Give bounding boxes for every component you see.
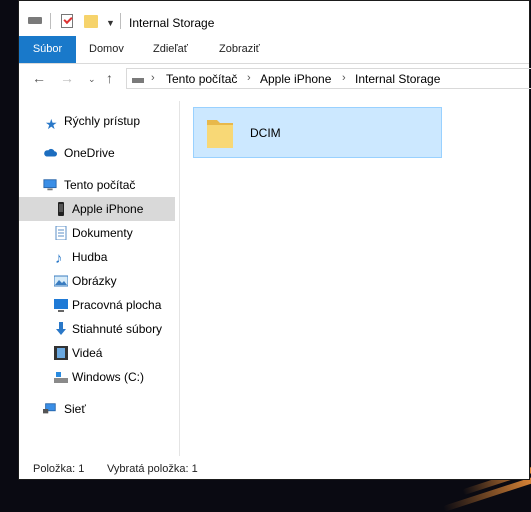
title-bar: ▼ Internal Storage: [19, 1, 529, 36]
tab-share[interactable]: Zdieľať: [153, 36, 188, 63]
item-count: Položka: 1: [33, 463, 85, 475]
sidebar-item-apple-iphone[interactable]: Apple iPhone: [19, 197, 175, 221]
window-title: Internal Storage: [129, 16, 215, 30]
network-icon: [43, 403, 56, 414]
sidebar-item-windows-c[interactable]: Windows (C:): [19, 365, 175, 389]
drive-icon: [28, 17, 42, 24]
computer-icon: [43, 179, 57, 191]
star-icon: ★: [45, 116, 58, 132]
forward-button[interactable]: →: [60, 70, 74, 86]
sidebar-item-music[interactable]: ♪ Hudba: [19, 245, 175, 269]
divider: [50, 13, 51, 29]
tab-view[interactable]: Zobraziť: [219, 36, 260, 63]
document-icon: [55, 226, 67, 240]
customize-toolbar-icon[interactable]: ▼: [106, 18, 115, 28]
sidebar-item-pictures[interactable]: Obrázky: [19, 269, 175, 293]
sidebar-item-quick-access[interactable]: ★ Rýchly prístup: [19, 109, 175, 133]
drive-icon: [132, 78, 144, 83]
breadcrumb-this-pc[interactable]: Tento počítač: [166, 72, 237, 86]
selected-count: Vybratá položka: 1: [107, 463, 198, 475]
new-folder-icon[interactable]: [84, 15, 98, 28]
drive-icon: [54, 372, 68, 383]
chevron-right-icon[interactable]: ›: [151, 72, 155, 84]
breadcrumb-internal-storage[interactable]: Internal Storage: [355, 72, 440, 86]
chevron-right-icon[interactable]: ›: [342, 72, 346, 84]
sidebar-item-network[interactable]: Sieť: [19, 397, 175, 421]
sidebar-item-this-pc[interactable]: Tento počítač: [19, 173, 175, 197]
download-icon: [56, 322, 66, 335]
divider: [120, 13, 121, 29]
sidebar-item-documents[interactable]: Dokumenty: [19, 221, 175, 245]
music-icon: ♪: [55, 250, 63, 267]
file-list: DCIM: [180, 101, 530, 456]
address-bar[interactable]: › Tento počítač › Apple iPhone › Interna…: [126, 68, 531, 89]
status-bar: Položka: 1 Vybratá položka: 1: [19, 457, 529, 481]
up-button[interactable]: ↑: [106, 70, 113, 86]
chevron-right-icon[interactable]: ›: [247, 72, 251, 84]
folder-item[interactable]: DCIM: [193, 107, 442, 158]
sidebar-item-videos[interactable]: Videá: [19, 341, 175, 365]
desktop-icon: [54, 299, 68, 312]
video-icon: [54, 346, 68, 360]
pictures-icon: [54, 275, 68, 287]
phone-icon: [58, 202, 64, 216]
tab-file[interactable]: Súbor: [19, 36, 76, 63]
sidebar-item-desktop[interactable]: Pracovná plocha: [19, 293, 175, 317]
tab-home[interactable]: Domov: [89, 36, 124, 63]
explorer-window: ▼ Internal Storage Súbor Domov Zdieľať Z…: [18, 0, 531, 481]
navigation-bar: ← → ⌄ ↑ › Tento počítač › Apple iPhone ›…: [19, 64, 531, 94]
properties-icon[interactable]: [61, 14, 73, 28]
recent-locations-button[interactable]: ⌄: [88, 74, 96, 85]
navigation-pane: ★ Rýchly prístup OneDrive Tento počítač …: [19, 101, 180, 456]
folder-name: DCIM: [250, 126, 281, 140]
breadcrumb-iphone[interactable]: Apple iPhone: [260, 72, 331, 86]
folder-icon: [207, 120, 233, 148]
ribbon-tabs: Súbor Domov Zdieľať Zobraziť: [19, 36, 529, 64]
cloud-icon: [44, 148, 57, 157]
sidebar-item-downloads[interactable]: Stiahnuté súbory: [19, 317, 175, 341]
sidebar-item-onedrive[interactable]: OneDrive: [19, 141, 175, 165]
back-button[interactable]: ←: [32, 70, 46, 86]
